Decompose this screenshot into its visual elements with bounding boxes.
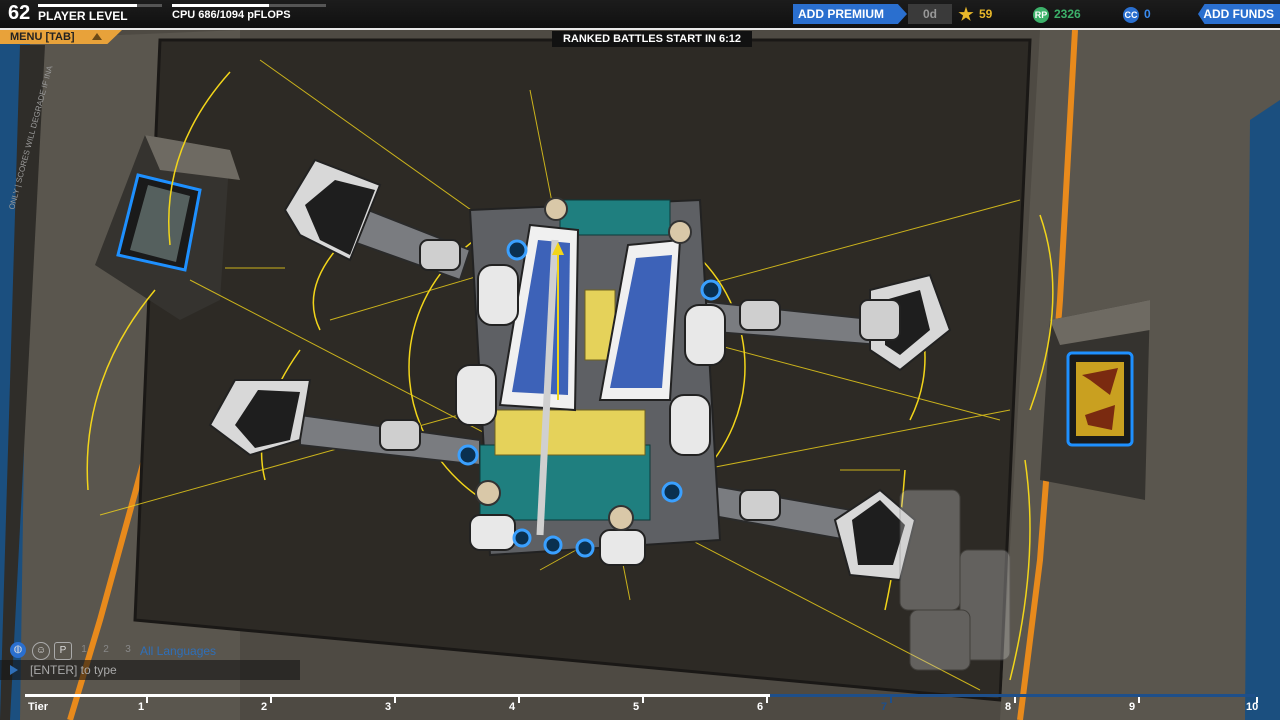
person-icon[interactable]: ☺ — [32, 642, 50, 660]
channel-3-icon[interactable]: 3 — [120, 642, 136, 658]
cosmetic-credits-value: 0 — [1144, 7, 1151, 21]
menu-tab-button[interactable]: MENU [TAB] — [0, 30, 122, 44]
tier-tick-7: 7 — [881, 701, 888, 713]
top-hud-bar: 62 PLAYER LEVEL CPU 686/1094 pFLOPS ADD … — [0, 0, 1280, 30]
p-icon[interactable]: P — [54, 642, 72, 660]
tier-mark — [766, 697, 768, 703]
level-progress-bar — [38, 4, 162, 7]
cosmetic-credits-icon: CC — [1123, 6, 1139, 23]
tier-mark — [270, 697, 272, 703]
tier-progress-fill — [25, 694, 770, 697]
garage-scene: ONLY | SCORES WILL DEGRADE IF INA — [0, 0, 1280, 720]
player-level-label: PLAYER LEVEL — [38, 9, 128, 23]
chat-language-label[interactable]: All Languages — [140, 644, 216, 658]
tier-tick-3: 3 — [385, 701, 392, 713]
tier-mark — [1014, 697, 1016, 703]
tier-mark — [146, 697, 148, 703]
tier-mark — [518, 697, 520, 703]
tier-mark — [394, 697, 396, 703]
globe-icon[interactable]: ◍ — [10, 642, 26, 658]
tier-tick-4: 4 — [509, 701, 516, 713]
tier-tick-8: 8 — [1005, 701, 1012, 713]
tier-tick-5: 5 — [633, 701, 640, 713]
tier-mark — [890, 697, 892, 703]
player-level-number: 62 — [8, 2, 31, 24]
add-funds-button[interactable]: ADD FUNDS — [1198, 4, 1280, 24]
tier-tick-6: 6 — [757, 701, 764, 713]
add-premium-button[interactable]: ADD PREMIUM — [793, 4, 907, 24]
tier-tick-2: 2 — [261, 701, 268, 713]
tier-progress-remaining — [770, 694, 1255, 697]
play-arrow-icon — [10, 665, 18, 675]
robits-value: 2326 — [1054, 7, 1081, 21]
tier-label: Tier — [28, 701, 48, 713]
tier-tick-9: 9 — [1129, 701, 1136, 713]
premium-days-remaining: 0d — [908, 4, 952, 24]
robits-currency: RP 2326 — [1033, 4, 1081, 24]
chevron-up-icon — [92, 33, 102, 40]
ranked-battles-notice: RANKED BATTLES START IN 6:12 — [552, 31, 752, 47]
stars-currency: ★ 59 — [958, 4, 992, 24]
cpu-readout: CPU 686/1094 pFLOPS — [172, 9, 291, 21]
cpu-usage-bar — [172, 4, 326, 7]
robits-icon: RP — [1033, 6, 1049, 23]
channel-1-icon[interactable]: 1 — [76, 642, 92, 658]
tier-progress-bar: Tier 1 2 3 4 5 6 7 8 9 10 — [0, 690, 1280, 720]
channel-2-icon[interactable]: 2 — [98, 642, 114, 658]
robot-body — [455, 197, 726, 566]
tier-mark — [1138, 697, 1140, 703]
star-icon: ★ — [958, 4, 974, 24]
tier-tick-1: 1 — [138, 701, 145, 713]
tier-mark — [642, 697, 644, 703]
chat-input[interactable]: [ENTER] to type — [0, 660, 300, 680]
cosmetic-credits-currency: CC 0 — [1123, 4, 1151, 24]
chat-input-placeholder: [ENTER] to type — [30, 663, 117, 677]
menu-tab-label: MENU [TAB] — [10, 31, 75, 43]
stars-value: 59 — [979, 7, 993, 21]
tier-tick-10: 10 — [1246, 701, 1259, 713]
